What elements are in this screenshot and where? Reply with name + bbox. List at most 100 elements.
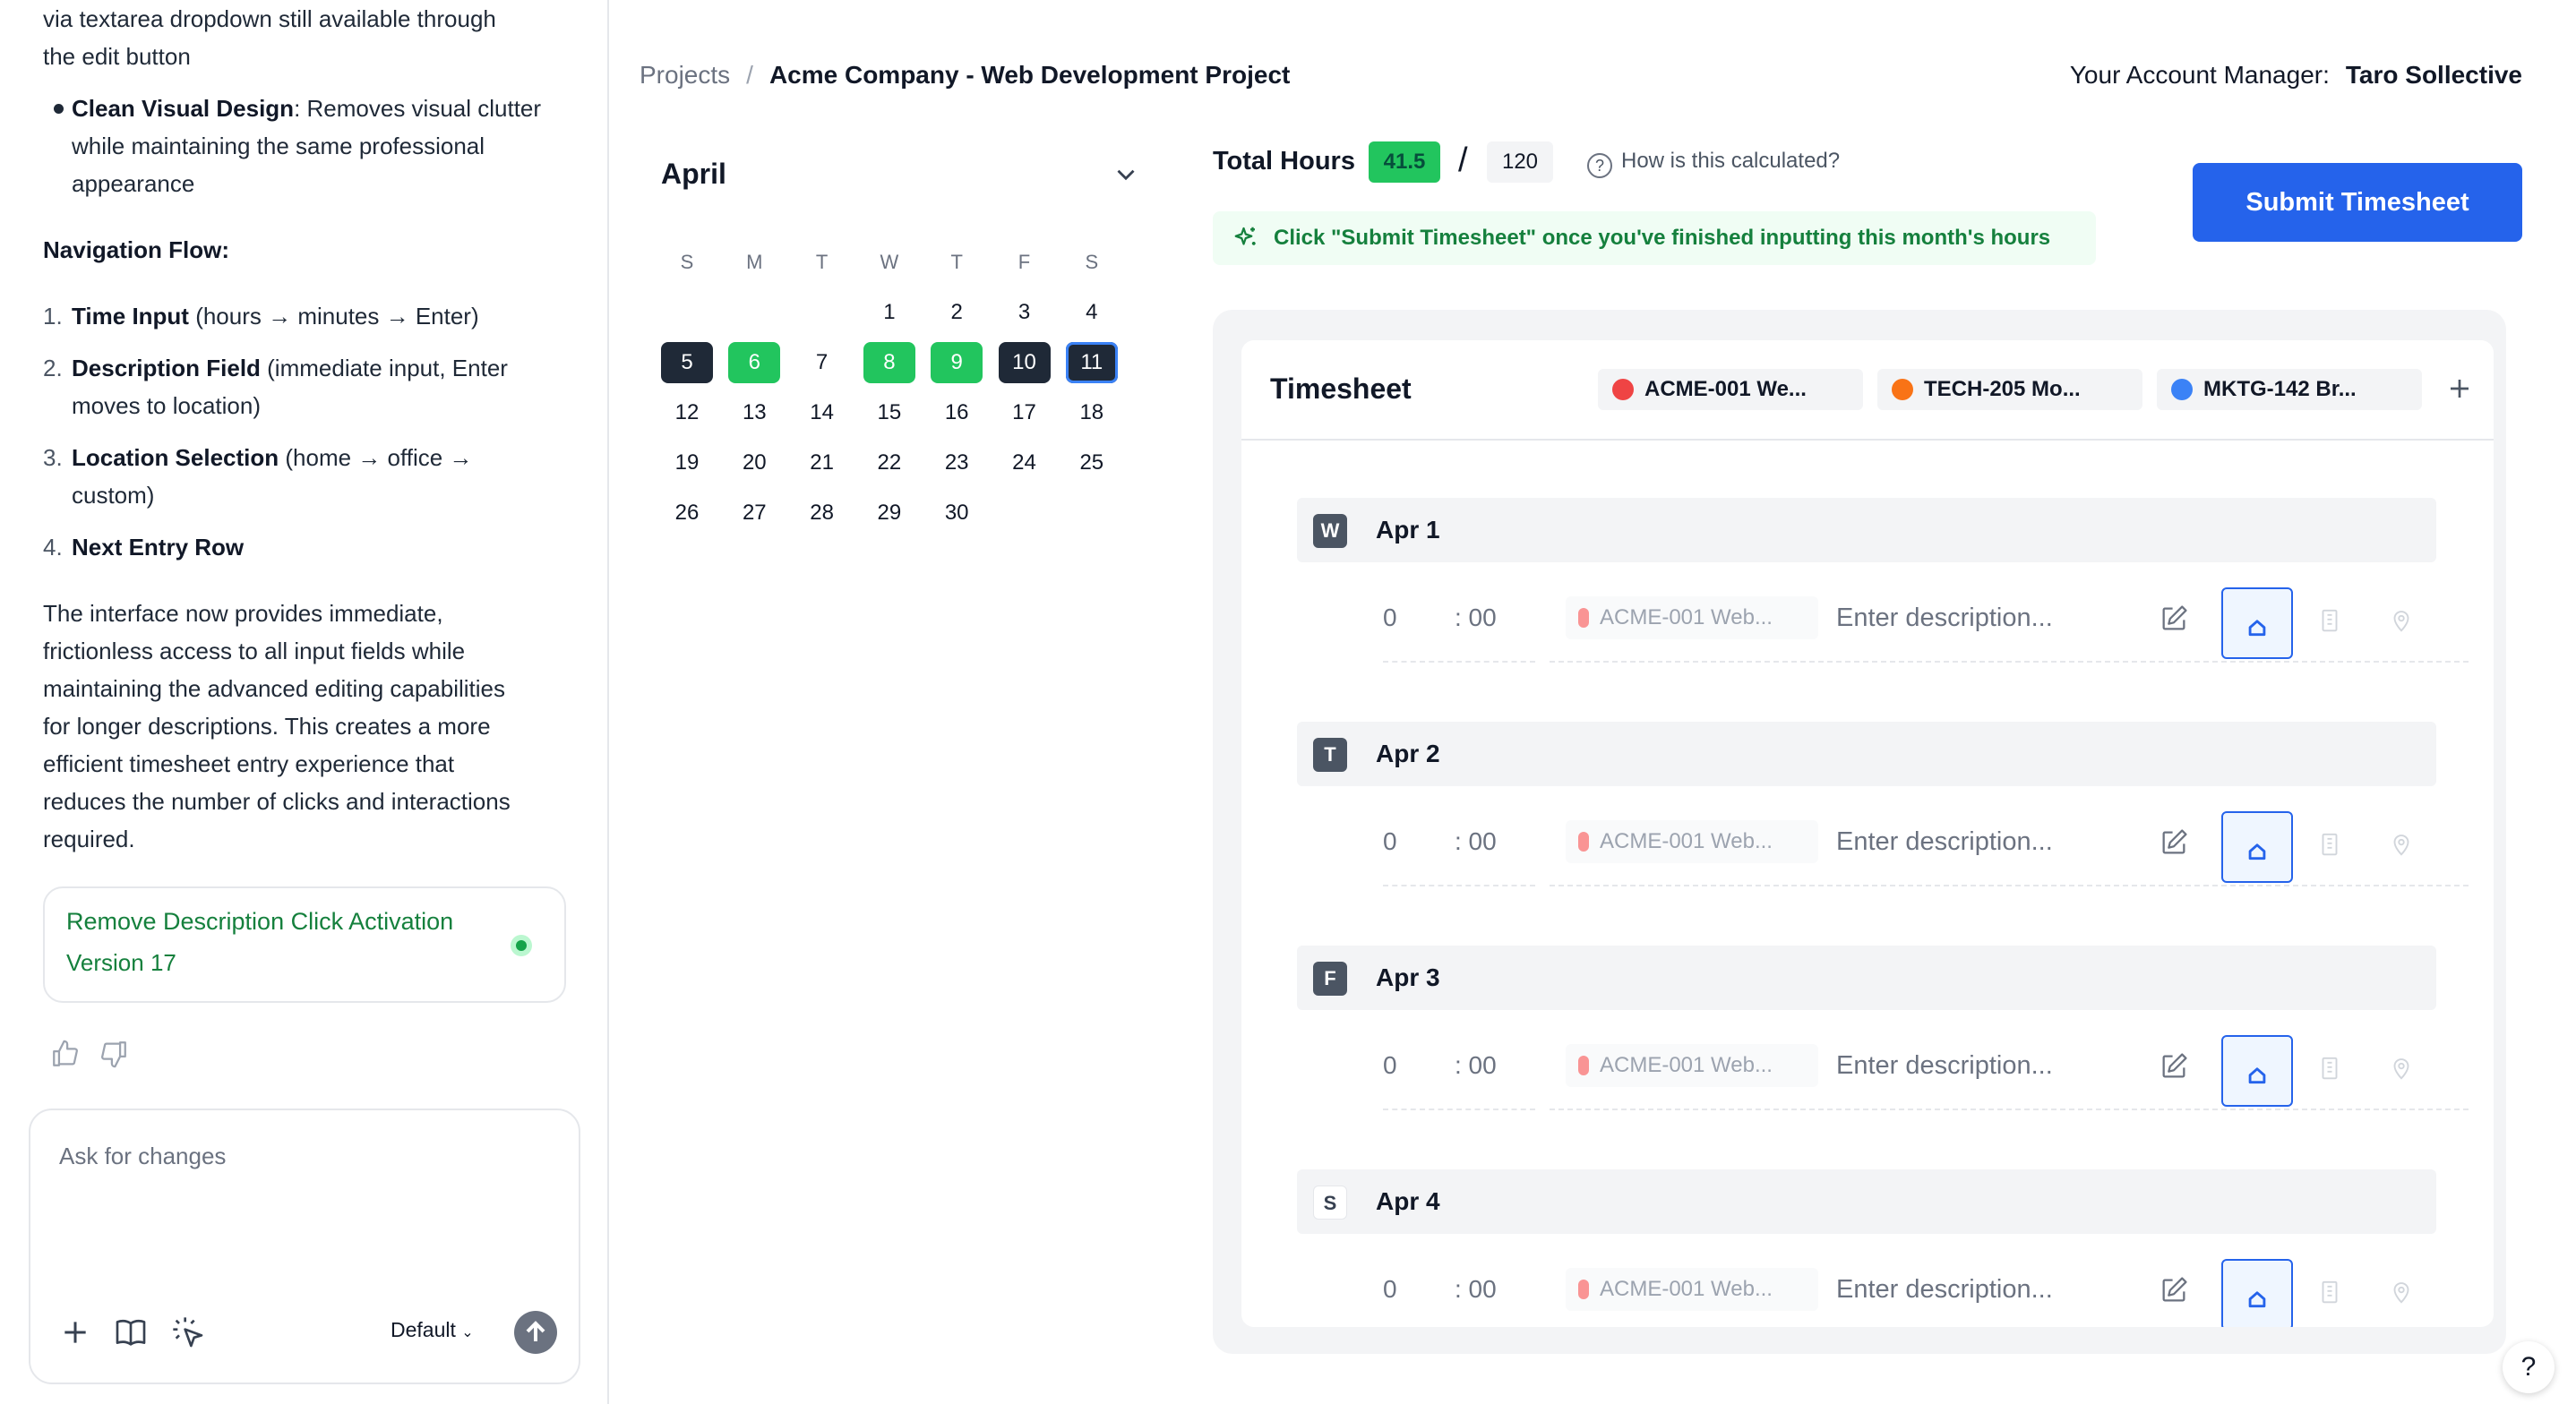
calendar-day[interactable]: 14 — [796, 392, 848, 433]
location-home-button[interactable] — [2221, 1259, 2293, 1327]
send-button[interactable] — [514, 1311, 557, 1354]
map-pin-icon[interactable] — [2388, 1279, 2415, 1306]
add-project-icon[interactable] — [2442, 371, 2477, 407]
help-button[interactable]: ? — [2503, 1341, 2555, 1393]
calendar-day[interactable]: 9 — [931, 342, 983, 383]
project-select[interactable]: ACME-001 Web... — [1566, 596, 1818, 639]
thumbs-up-icon[interactable] — [50, 1039, 81, 1069]
calendar-day[interactable]: 20 — [728, 442, 780, 484]
calendar-day[interactable]: 18 — [1066, 392, 1118, 433]
map-pin-icon[interactable] — [2388, 607, 2415, 634]
building-icon[interactable] — [2316, 1279, 2343, 1306]
breadcrumb-projects-link[interactable]: Projects — [640, 61, 730, 89]
day-header: T Apr 2 — [1297, 722, 2436, 786]
edit-icon[interactable] — [2159, 604, 2189, 634]
project-tab-tech[interactable]: TECH-205 Mo... — [1877, 369, 2142, 410]
description-input[interactable]: Enter description... — [1836, 827, 2053, 857]
row-underline — [1550, 661, 2469, 663]
location-home-button[interactable] — [2221, 1035, 2293, 1107]
project-select[interactable]: ACME-001 Web... — [1566, 1268, 1818, 1311]
calendar-day[interactable]: 5 — [661, 342, 713, 383]
home-icon — [2248, 620, 2266, 637]
minutes-input[interactable]: : 00 — [1455, 604, 1497, 632]
minutes-input[interactable]: : 00 — [1455, 1051, 1497, 1080]
total-hours-label: Total Hours — [1213, 147, 1355, 176]
row-underline — [1550, 885, 2469, 886]
calendar-day[interactable]: 11 — [1065, 342, 1118, 383]
step-line: moves to location) — [72, 392, 261, 419]
time-underline — [1383, 885, 1535, 886]
calendar-day[interactable]: 8 — [863, 342, 915, 383]
version-card[interactable]: Remove Description Click Activation Vers… — [43, 886, 566, 1003]
composer-input[interactable] — [59, 1143, 543, 1170]
weekday-header: M — [746, 251, 763, 273]
calendar-day[interactable]: 23 — [931, 442, 983, 484]
building-icon[interactable] — [2316, 831, 2343, 858]
description-input[interactable]: Enter description... — [1836, 1275, 2053, 1305]
calendar-day[interactable]: 28 — [796, 492, 848, 534]
edit-icon[interactable] — [2159, 1051, 2189, 1082]
bullet-bold: Clean Visual Design — [72, 95, 295, 122]
select-cursor-icon[interactable] — [170, 1314, 206, 1350]
summary-line: The interface now provides immediate, — [43, 600, 443, 627]
building-icon[interactable] — [2316, 607, 2343, 634]
calendar-day[interactable]: 25 — [1066, 442, 1118, 484]
hours-input[interactable]: 0 — [1383, 827, 1397, 856]
calendar-day[interactable]: 30 — [931, 492, 983, 534]
calendar-day[interactable]: 27 — [728, 492, 780, 534]
map-pin-icon[interactable] — [2388, 831, 2415, 858]
book-icon[interactable] — [113, 1314, 149, 1350]
map-pin-icon[interactable] — [2388, 1055, 2415, 1082]
hours-input[interactable]: 0 — [1383, 604, 1397, 632]
day-date: Apr 4 — [1376, 1187, 1440, 1215]
hint-text: Click "Submit Timesheet" once you've fin… — [1274, 226, 2051, 250]
project-select[interactable]: ACME-001 Web... — [1566, 1044, 1818, 1087]
calendar-day[interactable]: 24 — [999, 442, 1051, 484]
step-line: Time Input (hours → minutes → Enter) — [72, 303, 479, 330]
calendar-day[interactable]: 3 — [999, 292, 1051, 333]
plus-icon[interactable] — [57, 1314, 93, 1350]
calendar-day[interactable]: 19 — [661, 442, 713, 484]
edit-icon[interactable] — [2159, 1275, 2189, 1306]
edit-icon[interactable] — [2159, 827, 2189, 858]
minutes-input[interactable]: : 00 — [1455, 1275, 1497, 1304]
calendar-day[interactable]: 15 — [863, 392, 915, 433]
timesheet-card: Timesheet ACME-001 We... TECH-205 Mo... … — [1241, 340, 2494, 1327]
calendar-day[interactable]: 2 — [931, 292, 983, 333]
weekday-header: S — [1085, 251, 1099, 273]
project-select[interactable]: ACME-001 Web... — [1566, 820, 1818, 863]
hours-input[interactable]: 0 — [1383, 1051, 1397, 1080]
calendar-day[interactable]: 13 — [728, 392, 780, 433]
description-input[interactable]: Enter description... — [1836, 604, 2053, 633]
minutes-input[interactable]: : 00 — [1455, 827, 1497, 856]
calendar-day[interactable]: 7 — [796, 342, 848, 383]
calendar-day[interactable]: 4 — [1066, 292, 1118, 333]
description-input[interactable]: Enter description... — [1836, 1051, 2053, 1081]
calendar-day[interactable]: 12 — [661, 392, 713, 433]
building-icon[interactable] — [2316, 1055, 2343, 1082]
calendar-day[interactable]: 29 — [863, 492, 915, 534]
calendar-day[interactable]: 1 — [863, 292, 915, 333]
calendar-day[interactable]: 21 — [796, 442, 848, 484]
location-home-button[interactable] — [2221, 587, 2293, 659]
hours-input[interactable]: 0 — [1383, 1275, 1397, 1304]
location-home-button[interactable] — [2221, 811, 2293, 883]
project-tab-acme[interactable]: ACME-001 We... — [1598, 369, 1863, 410]
how-calculated-link[interactable]: ? How is this calculated? — [1587, 149, 1840, 178]
calendar-day[interactable]: 17 — [999, 392, 1051, 433]
submit-timesheet-button[interactable]: Submit Timesheet — [2193, 163, 2522, 242]
calendar-day[interactable]: 6 — [728, 342, 781, 383]
step-line: Location Selection (home → office → — [72, 444, 473, 471]
timesheet-title: Timesheet — [1270, 372, 1412, 405]
thumbs-down-icon[interactable] — [99, 1039, 129, 1069]
project-color-pill — [1578, 608, 1589, 628]
model-selector[interactable]: Default ⌄ — [391, 1318, 474, 1342]
project-tab-mktg[interactable]: MKTG-142 Br... — [2157, 369, 2422, 410]
home-icon — [2248, 1291, 2266, 1308]
calendar-day[interactable]: 16 — [931, 392, 983, 433]
calendar-day[interactable]: 10 — [998, 342, 1051, 383]
chevron-down-icon[interactable] — [1111, 159, 1141, 190]
calendar-day[interactable]: 22 — [863, 442, 915, 484]
submit-hint: Click "Submit Timesheet" once you've fin… — [1213, 211, 2096, 265]
calendar-day[interactable]: 26 — [661, 492, 713, 534]
